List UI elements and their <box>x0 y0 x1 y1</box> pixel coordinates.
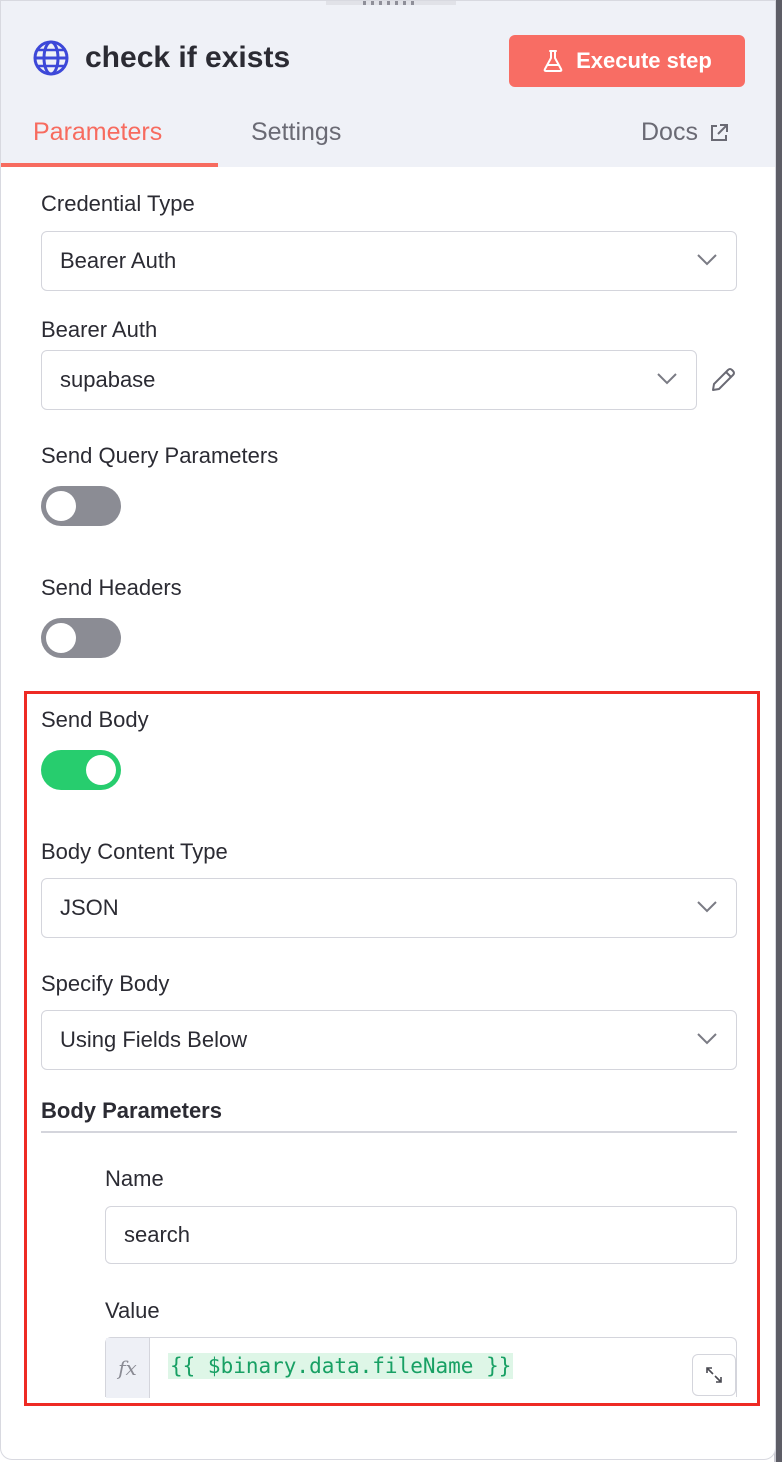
chevron-down-icon <box>657 373 677 385</box>
send-query-label: Send Query Parameters <box>41 443 279 468</box>
edit-credential-pencil-icon[interactable] <box>708 365 738 395</box>
toggle-knob <box>46 623 76 653</box>
node-title[interactable]: check if exists <box>85 41 290 75</box>
credential-type-label: Credential Type <box>41 191 195 216</box>
tab-parameters[interactable]: Parameters <box>33 118 162 147</box>
flask-icon <box>543 50 563 72</box>
panel-header: check if exists Execute step Parameters … <box>1 1 775 167</box>
execute-step-button[interactable]: Execute step <box>509 35 745 87</box>
send-headers-label: Send Headers <box>41 575 182 600</box>
credential-type-select[interactable]: Bearer Auth <box>41 231 737 291</box>
external-link-icon <box>710 123 728 141</box>
bearer-auth-select[interactable]: supabase <box>41 350 697 410</box>
tab-settings[interactable]: Settings <box>251 118 341 147</box>
active-tab-indicator <box>1 163 218 167</box>
credential-type-value: Bearer Auth <box>60 248 177 273</box>
toggle-knob <box>46 491 76 521</box>
chevron-down-icon <box>697 254 717 266</box>
globe-icon <box>33 40 69 76</box>
bearer-auth-label: Bearer Auth <box>41 317 158 342</box>
panel-shadow <box>776 0 782 1462</box>
drag-dots-icon <box>363 1 415 5</box>
bearer-auth-value: supabase <box>60 367 156 392</box>
execute-step-label: Execute step <box>576 48 712 73</box>
send-headers-toggle[interactable] <box>41 618 121 658</box>
node-settings-panel: check if exists Execute step Parameters … <box>0 0 776 1460</box>
docs-label: Docs <box>641 118 698 146</box>
docs-link[interactable]: Docs <box>641 118 730 147</box>
send-query-toggle[interactable] <box>41 486 121 526</box>
highlight-box <box>24 691 760 1406</box>
